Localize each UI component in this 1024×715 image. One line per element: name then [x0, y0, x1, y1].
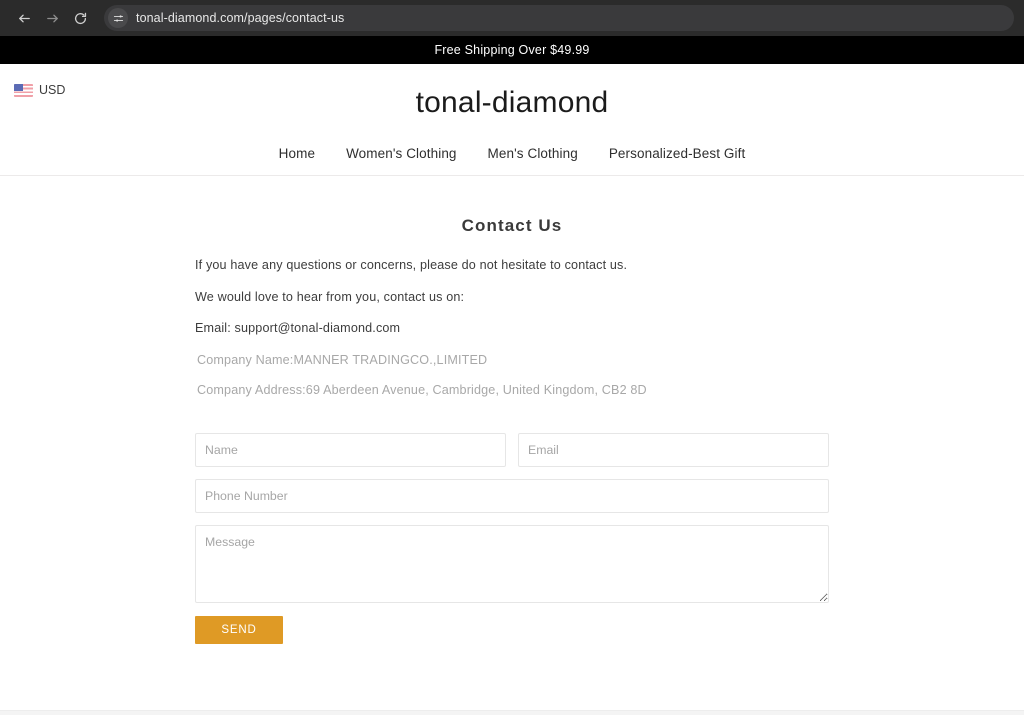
page-content: Contact Us If you have any questions or …: [0, 176, 1024, 710]
intro-email-line: Email: support@tonal-diamond.com: [195, 321, 401, 336]
us-flag-icon: [14, 83, 33, 97]
form-row-phone: [195, 478, 829, 513]
nav-item-womens-clothing[interactable]: Women's Clothing: [346, 146, 456, 161]
phone-number-input[interactable]: [195, 478, 829, 513]
message-textarea[interactable]: [195, 524, 829, 603]
back-arrow-icon[interactable]: [10, 4, 38, 32]
page-title: Contact Us: [461, 216, 563, 235]
contact-intro: If you have any questions or concerns, p…: [195, 258, 829, 399]
email-input[interactable]: [518, 432, 829, 467]
nav-item-personalized-best-gift[interactable]: Personalized-Best Gift: [609, 146, 746, 161]
site-logo[interactable]: tonal-diamond: [0, 82, 1024, 120]
address-bar[interactable]: tonal-diamond.com/pages/contact-us: [104, 5, 1014, 31]
intro-line-2: We would love to hear from you, contact …: [195, 289, 465, 304]
currency-selector[interactable]: USD: [14, 83, 65, 97]
url-text: tonal-diamond.com/pages/contact-us: [136, 11, 345, 25]
name-input[interactable]: [195, 432, 506, 467]
tune-sliders-icon[interactable]: [108, 8, 128, 28]
form-row-name-email: [195, 432, 829, 467]
browser-toolbar: tonal-diamond.com/pages/contact-us: [0, 0, 1024, 36]
company-name-line: Company Name:MANNER TRADINGCO.,LIMITED: [197, 353, 488, 368]
announcement-bar: Free Shipping Over $49.99: [0, 36, 1024, 64]
contact-form: SEND: [195, 432, 829, 644]
company-address-line: Company Address:69 Aberdeen Avenue, Camb…: [197, 382, 647, 397]
intro-line-1: If you have any questions or concerns, p…: [195, 258, 628, 272]
nav-item-home[interactable]: Home: [279, 146, 315, 161]
announcement-text: Free Shipping Over $49.99: [434, 43, 590, 57]
site-header: USD tonal-diamond Home Women's Clothing …: [0, 64, 1024, 176]
send-button[interactable]: SEND: [195, 615, 283, 644]
main-navigation: Home Women's Clothing Men's Clothing Per…: [0, 146, 1024, 161]
footer-strip: [0, 710, 1024, 715]
reload-icon[interactable]: [66, 4, 94, 32]
currency-label: USD: [39, 83, 66, 97]
forward-arrow-icon[interactable]: [38, 4, 66, 32]
nav-item-mens-clothing[interactable]: Men's Clothing: [488, 146, 578, 161]
